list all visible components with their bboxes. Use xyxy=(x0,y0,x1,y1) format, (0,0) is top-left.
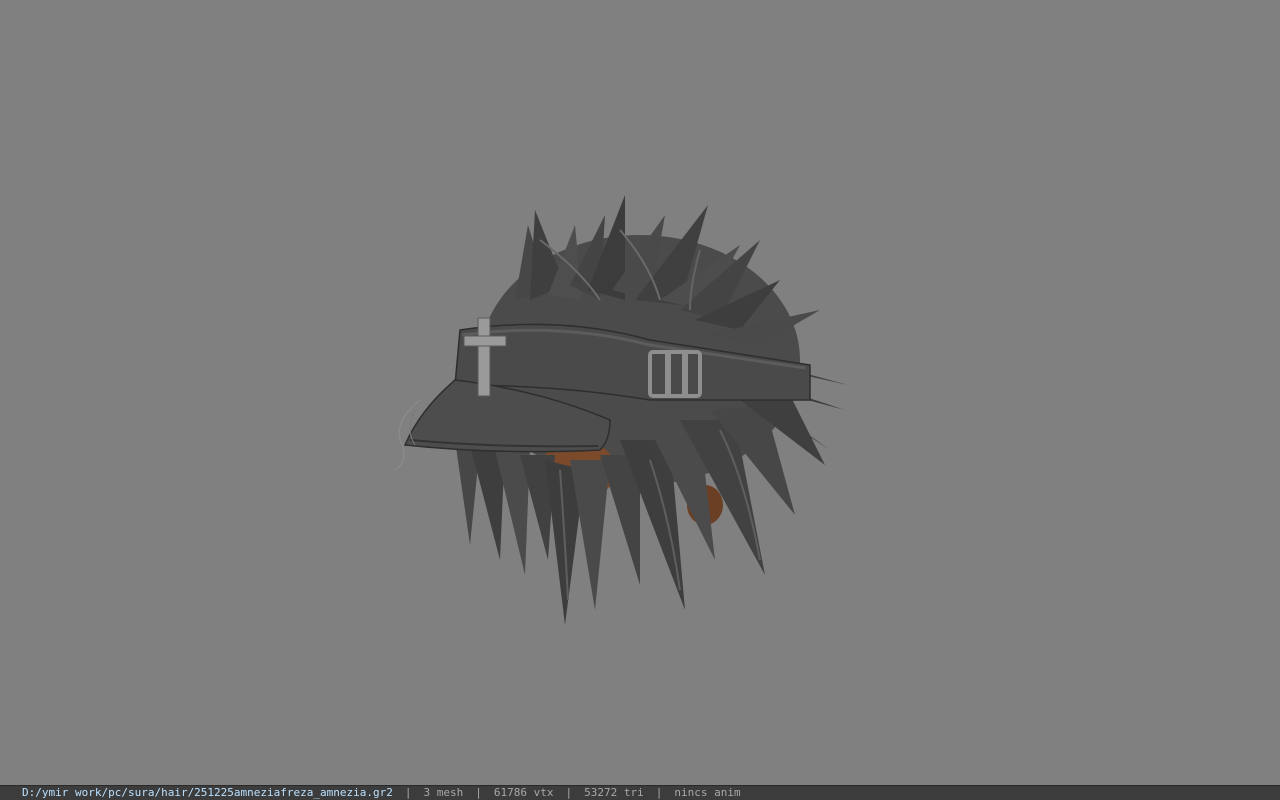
hair-model-render[interactable] xyxy=(0,0,1280,785)
status-separator: | xyxy=(475,786,482,799)
status-separator: | xyxy=(404,786,412,799)
status-triangle-count: 53272 tri xyxy=(584,786,644,799)
status-separator: | xyxy=(565,786,573,799)
status-mesh-count: 3 mesh xyxy=(423,786,464,799)
status-separator: | xyxy=(655,786,663,799)
status-vertex-count: 61786 vtx xyxy=(493,786,554,799)
3d-viewport[interactable] xyxy=(0,0,1280,785)
status-animation: nincs anim xyxy=(674,786,741,799)
status-bar: D:/ymir work/pc/sura/hair/251225amneziaf… xyxy=(0,785,1280,800)
status-file-path: D:/ymir work/pc/sura/hair/251225amneziaf… xyxy=(22,786,393,799)
